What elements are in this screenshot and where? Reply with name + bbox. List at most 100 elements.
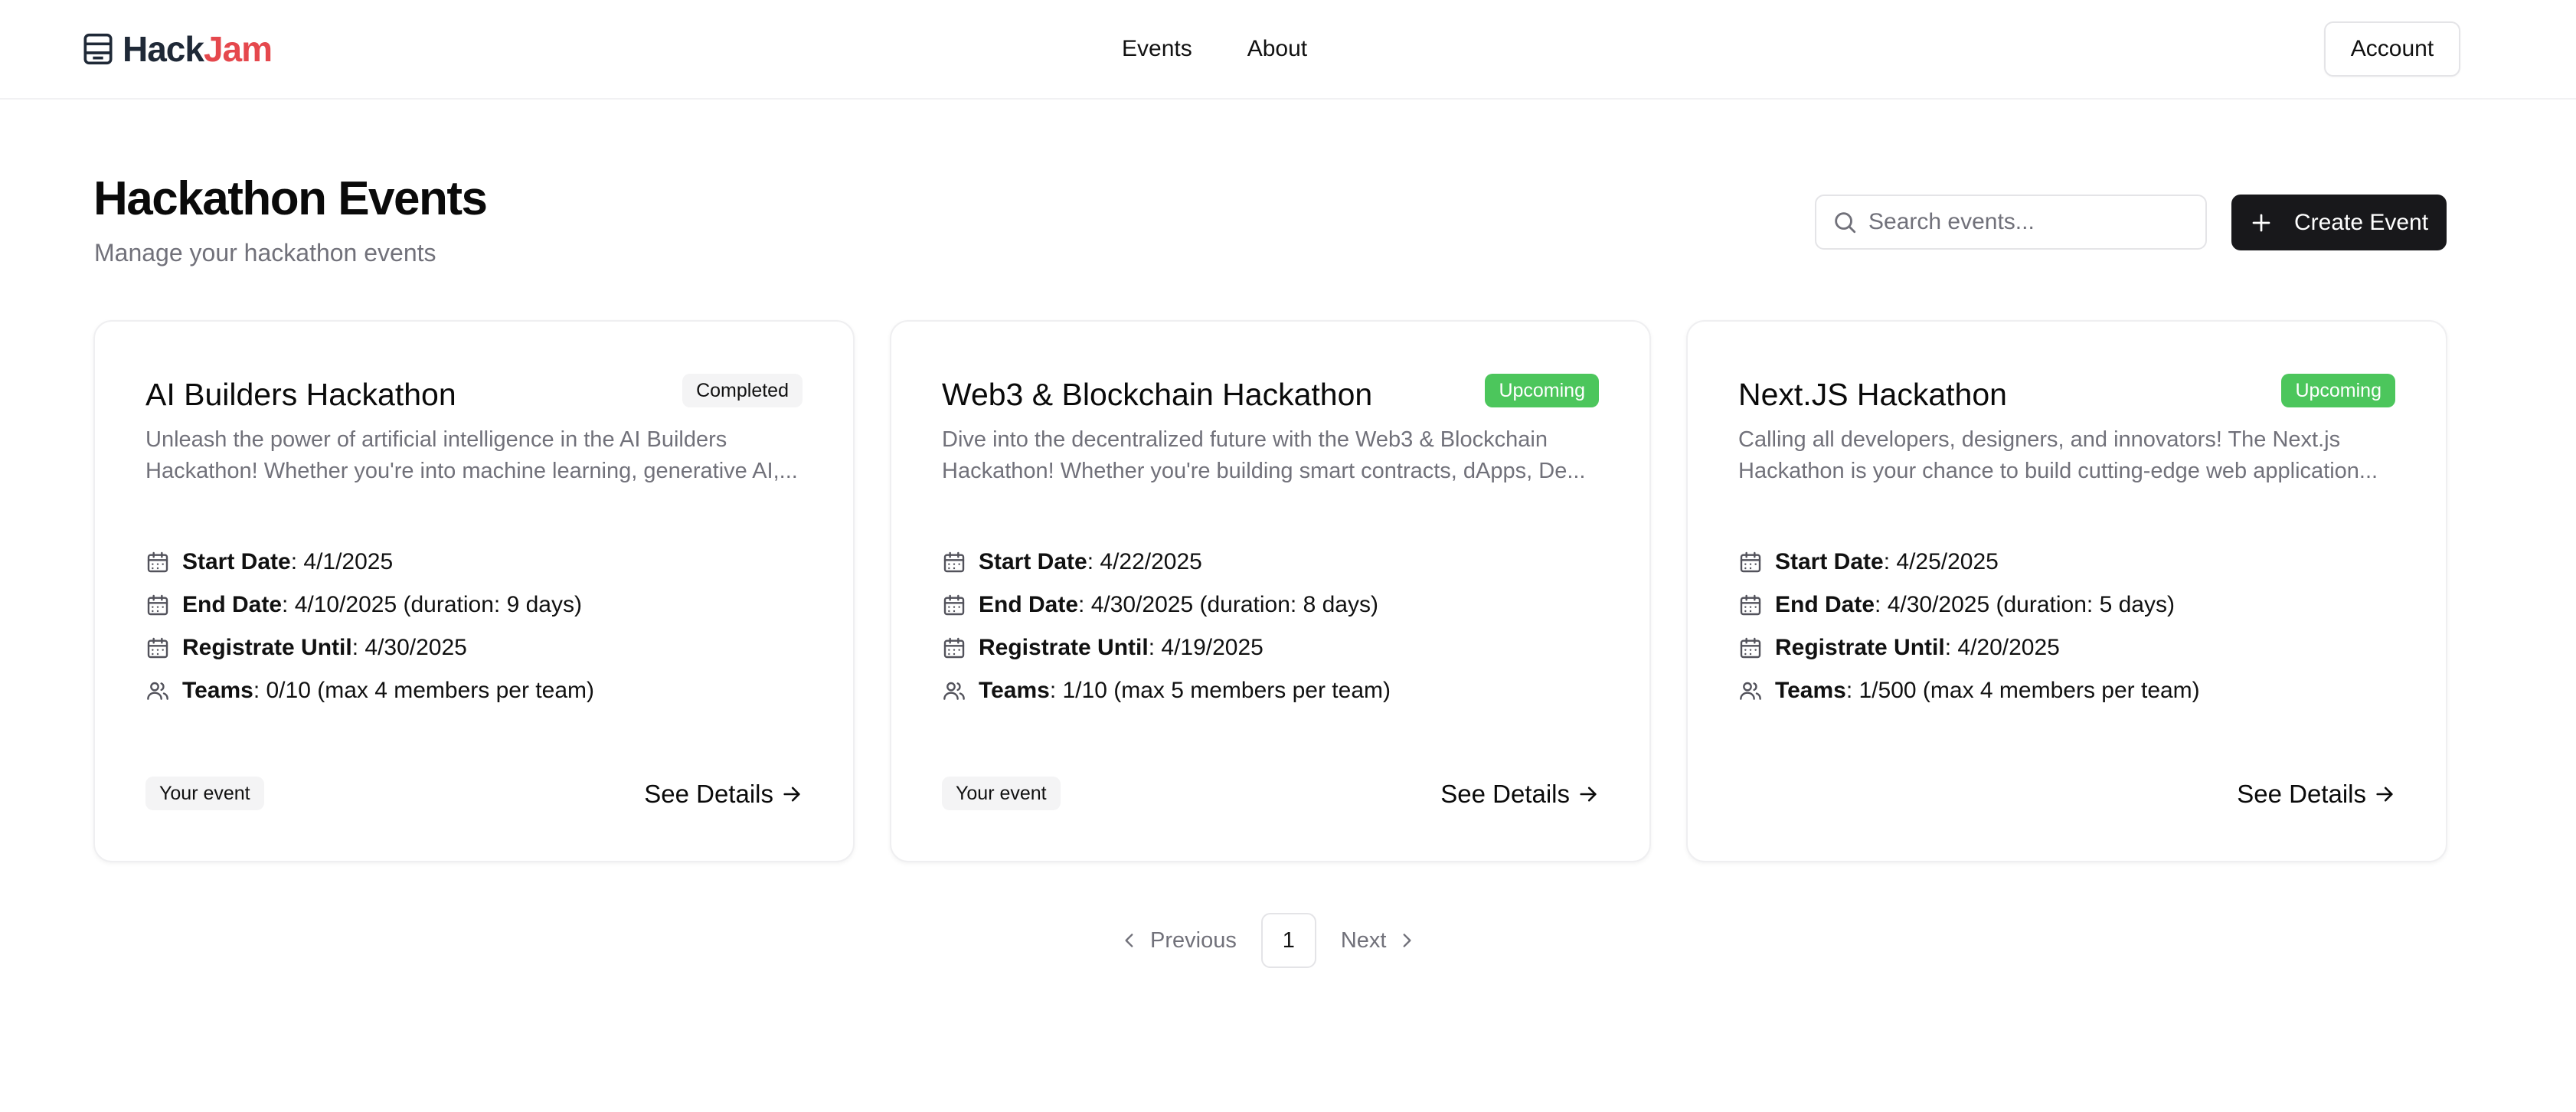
event-card: AI Builders Hackathon Completed Unleash … <box>93 320 855 862</box>
event-details: Start Date: 4/25/2025 End Date: 4/30/202… <box>1738 541 2200 712</box>
calendar-icon <box>1740 637 1761 659</box>
start-date-row: Start Date: 4/25/2025 <box>1738 541 2200 584</box>
detail-value: : 0/10 (max 4 members per team) <box>253 678 594 703</box>
calendar-icon <box>943 637 965 659</box>
create-event-label: Create Event <box>2293 209 2429 235</box>
detail-value: : 4/22/2025 <box>1087 549 1202 574</box>
see-details-label: See Details <box>1440 780 1570 808</box>
next-label: Next <box>1340 927 1387 953</box>
arrow-right-icon <box>783 787 800 802</box>
event-title: AI Builders Hackathon <box>145 377 456 412</box>
detail-value: : 4/1/2025 <box>290 549 394 574</box>
event-description: Unleash the power of artificial intellig… <box>145 424 806 487</box>
nav-link-events[interactable]: Events <box>1122 36 1192 62</box>
event-description-line: Hackathon is your chance to build cuttin… <box>1738 459 2378 483</box>
create-event-button[interactable]: Create Event <box>2231 195 2447 250</box>
main-nav: Events About <box>1122 32 1307 66</box>
event-description-line: Hackathon! Whether you're into machine l… <box>145 459 798 483</box>
see-details-label: See Details <box>644 780 773 808</box>
status-badge: Upcoming <box>1485 374 1599 407</box>
calendar-icon <box>943 594 965 616</box>
status-badge: Completed <box>682 374 803 407</box>
teams-row: Teams: 1/500 (max 4 members per team) <box>1738 669 2200 712</box>
account-button[interactable]: Account <box>2324 21 2460 77</box>
calendar-icon <box>1740 594 1761 616</box>
detail-label: Start Date <box>182 549 291 574</box>
registration-deadline-row: Registrate Until: 4/19/2025 <box>942 626 1391 669</box>
event-description-line: Hackathon! Whether you're building smart… <box>942 459 1586 483</box>
plus-icon <box>2252 214 2270 231</box>
next-page-button[interactable]: Next <box>1341 913 1417 968</box>
calendar-icon <box>1740 551 1761 573</box>
event-description-line: Calling all developers, designers, and i… <box>1738 427 2341 452</box>
detail-label: Teams <box>1775 678 1846 703</box>
event-description-line: Dive into the decentralized future with … <box>942 427 1548 452</box>
end-date-row: End Date: 4/10/2025 (duration: 9 days) <box>145 584 594 626</box>
event-description: Dive into the decentralized future with … <box>942 424 1602 487</box>
detail-label: End Date <box>182 592 283 617</box>
detail-label: End Date <box>979 592 1079 617</box>
database-stack-icon <box>83 33 113 65</box>
calendar-icon <box>147 551 168 573</box>
detail-value: : 1/500 (max 4 members per team) <box>1845 678 2200 703</box>
nav-link-about[interactable]: About <box>1247 36 1307 62</box>
brand-name: HackJam <box>123 28 273 70</box>
detail-label: Registrate Until <box>979 635 1149 660</box>
see-details-link[interactable]: See Details <box>644 777 803 812</box>
start-date-row: Start Date: 4/22/2025 <box>942 541 1391 584</box>
event-card: Next.JS Hackathon Upcoming Calling all d… <box>1686 320 2447 862</box>
end-date-row: End Date: 4/30/2025 (duration: 8 days) <box>942 584 1391 626</box>
your-event-tag: Your event <box>942 777 1061 810</box>
teams-row: Teams: 0/10 (max 4 members per team) <box>145 669 594 712</box>
page-number-button[interactable]: 1 <box>1260 913 1316 968</box>
detail-value: : 4/30/2025 (duration: 8 days) <box>1078 592 1378 617</box>
registration-deadline-row: Registrate Until: 4/30/2025 <box>145 626 594 669</box>
see-details-label: See Details <box>2237 780 2366 808</box>
calendar-icon <box>147 594 168 616</box>
event-description: Calling all developers, designers, and i… <box>1738 424 2398 487</box>
see-details-link[interactable]: See Details <box>2237 777 2395 812</box>
search-icon <box>1835 212 1856 234</box>
detail-label: End Date <box>1775 592 1875 617</box>
search-box[interactable] <box>1815 195 2207 250</box>
detail-value: : 4/30/2025 <box>351 635 467 660</box>
event-details: Start Date: 4/1/2025 End Date: 4/10/2025… <box>145 541 594 712</box>
detail-value: : 4/25/2025 <box>1883 549 1999 574</box>
brand-logo[interactable]: HackJam <box>83 28 273 70</box>
calendar-icon <box>943 551 965 573</box>
chevron-left-icon <box>1125 934 1133 947</box>
detail-value: : 4/20/2025 <box>1944 635 2060 660</box>
event-description-line: Unleash the power of artificial intellig… <box>145 427 727 452</box>
previous-label: Previous <box>1150 927 1237 953</box>
users-icon <box>1740 682 1761 700</box>
detail-label: Teams <box>182 678 253 703</box>
teams-row: Teams: 1/10 (max 5 members per team) <box>942 669 1391 712</box>
event-details: Start Date: 4/22/2025 End Date: 4/30/202… <box>942 541 1391 712</box>
users-icon <box>147 682 168 700</box>
top-navigation-bar: HackJam Events About Account <box>0 0 2576 100</box>
search-input[interactable] <box>1868 209 2190 235</box>
see-details-link[interactable]: See Details <box>1440 777 1599 812</box>
detail-label: Teams <box>979 678 1050 703</box>
previous-page-button[interactable]: Previous <box>1120 913 1237 968</box>
detail-value: : 4/19/2025 <box>1148 635 1263 660</box>
brand-name-part2: Jam <box>203 29 273 69</box>
detail-label: Registrate Until <box>182 635 352 660</box>
detail-label: Registrate Until <box>1775 635 1945 660</box>
page-title: Hackathon Events <box>93 172 488 225</box>
chevron-right-icon <box>1404 934 1411 947</box>
page-subtitle: Manage your hackathon events <box>94 239 436 267</box>
detail-value: : 1/10 (max 5 members per team) <box>1049 678 1391 703</box>
arrow-right-icon <box>2376 787 2393 802</box>
your-event-tag: Your event <box>145 777 264 810</box>
event-title: Web3 & Blockchain Hackathon <box>942 377 1373 412</box>
start-date-row: Start Date: 4/1/2025 <box>145 541 594 584</box>
pagination: Previous 1 Next <box>1120 913 1417 968</box>
event-title: Next.JS Hackathon <box>1738 377 2007 412</box>
status-badge: Upcoming <box>2281 374 2395 407</box>
brand-name-part1: Hack <box>123 29 204 69</box>
detail-value: : 4/10/2025 (duration: 9 days) <box>282 592 582 617</box>
arrow-right-icon <box>1580 787 1597 802</box>
event-card: Web3 & Blockchain Hackathon Upcoming Div… <box>890 320 1651 862</box>
end-date-row: End Date: 4/30/2025 (duration: 5 days) <box>1738 584 2200 626</box>
